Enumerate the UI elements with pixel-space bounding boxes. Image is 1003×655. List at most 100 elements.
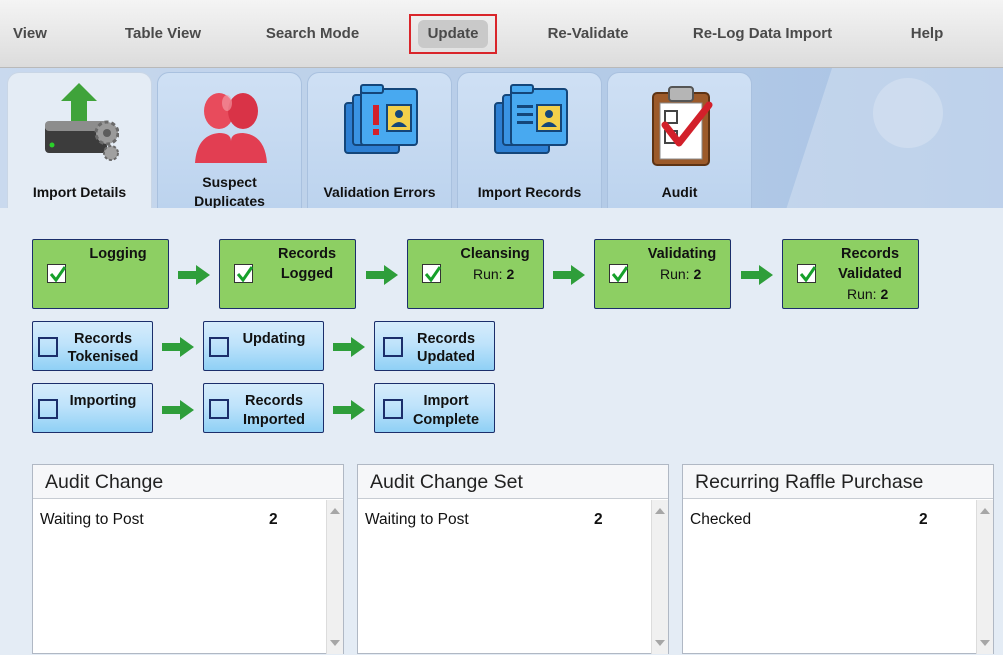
tab-label: Import Details: [32, 184, 127, 200]
menu-table-view[interactable]: Table View: [113, 14, 213, 54]
run-label: Run:: [660, 266, 690, 282]
panel-audit-change-set: Audit Change Set Waiting to Post 2: [357, 464, 669, 654]
checkbox-unchecked[interactable]: [38, 337, 58, 357]
step-title-line2: Validated: [838, 266, 902, 282]
menu-update[interactable]: Update: [409, 14, 497, 54]
step-title-line1: Records: [416, 331, 476, 347]
step-title: Updating: [242, 331, 306, 347]
step-title-line1: Records: [244, 393, 304, 409]
menu-view[interactable]: View: [0, 14, 60, 54]
arrow-right-icon: [162, 400, 194, 420]
menu-re-log-data-import[interactable]: Re-Log Data Import: [685, 14, 840, 54]
duplicate-people-icon: [195, 93, 267, 163]
step-records-validated[interactable]: Records Validated Run: 2: [782, 239, 919, 309]
run-label: Run:: [473, 266, 503, 282]
step-title: Importing: [69, 393, 137, 409]
panel-title: Recurring Raffle Purchase: [683, 465, 993, 499]
checkbox-checked[interactable]: [234, 264, 254, 283]
panel-row-label: Waiting to Post: [40, 511, 144, 528]
check-icon: [49, 266, 67, 283]
audit-clipboard-icon: [652, 86, 713, 166]
step-importing[interactable]: Importing: [32, 383, 153, 433]
step-title-line2: Tokenised: [67, 349, 139, 365]
check-icon: [236, 266, 254, 283]
tab-import-details[interactable]: Import Details: [7, 72, 152, 208]
arrow-right-icon: [366, 265, 398, 285]
step-updating[interactable]: Updating: [203, 321, 324, 371]
step-title: Cleansing: [460, 246, 530, 262]
arrow-right-icon: [333, 400, 365, 420]
step-validating[interactable]: Validating Run: 2: [594, 239, 731, 309]
scroll-up-icon[interactable]: [330, 508, 340, 514]
checkbox-checked[interactable]: [422, 264, 442, 283]
panel-row-count: 2: [269, 511, 278, 528]
run-count: Run: 2: [847, 286, 888, 302]
puzzle-knob-decoration: [873, 78, 943, 148]
step-cleansing[interactable]: Cleansing Run: 2: [407, 239, 544, 309]
checkbox-checked[interactable]: [609, 264, 629, 283]
checkbox-unchecked[interactable]: [383, 399, 403, 419]
step-title-line2: Complete: [412, 412, 480, 428]
arrow-right-icon: [178, 265, 210, 285]
tab-strip: Import Details Suspect Duplicates Valida…: [0, 68, 1003, 208]
step-title: Logging: [89, 246, 147, 262]
scroll-down-icon[interactable]: [655, 640, 665, 646]
checkbox-unchecked[interactable]: [209, 399, 229, 419]
menu-help[interactable]: Help: [898, 14, 956, 54]
step-title-line1: Records: [73, 331, 133, 347]
tab-suspect-duplicates[interactable]: Suspect Duplicates: [157, 72, 302, 208]
step-records-imported[interactable]: Records Imported: [203, 383, 324, 433]
top-menu-bar: View Table View Search Mode Update Re-Va…: [0, 0, 1003, 68]
scroll-down-icon[interactable]: [330, 640, 340, 646]
panel-title: Audit Change: [33, 465, 343, 499]
menu-update-label: Update: [417, 20, 489, 48]
arrow-right-icon: [162, 337, 194, 357]
step-records-logged[interactable]: Records Logged: [219, 239, 356, 309]
scroll-up-icon[interactable]: [655, 508, 665, 514]
checkbox-unchecked[interactable]: [383, 337, 403, 357]
checkbox-checked[interactable]: [797, 264, 817, 283]
tab-import-records[interactable]: Import Records: [457, 72, 602, 208]
panel-row-count: 2: [594, 511, 603, 528]
step-records-updated[interactable]: Records Updated: [374, 321, 495, 371]
panel-row-count: 2: [919, 511, 928, 528]
step-title-line1: Records: [277, 246, 337, 262]
import-records-folder-icon: [494, 84, 568, 154]
check-icon: [424, 266, 442, 283]
run-label: Run:: [847, 286, 877, 302]
vertical-scrollbar[interactable]: [976, 500, 993, 654]
tab-label: Audit: [661, 184, 698, 200]
step-title-line2: Logged: [280, 266, 334, 282]
run-value: 2: [693, 266, 702, 282]
checkbox-unchecked[interactable]: [209, 337, 229, 357]
panel-row-label: Waiting to Post: [365, 511, 469, 528]
step-title-line1: Records: [840, 246, 900, 262]
step-logging[interactable]: Logging: [32, 239, 169, 309]
tab-validation-errors[interactable]: Validation Errors: [307, 72, 452, 208]
panel-audit-change: Audit Change Waiting to Post 2: [32, 464, 344, 654]
tab-audit[interactable]: Audit: [607, 72, 752, 208]
step-records-tokenised[interactable]: Records Tokenised: [32, 321, 153, 371]
vertical-scrollbar[interactable]: [651, 500, 668, 654]
check-icon: [611, 266, 629, 283]
menu-re-validate[interactable]: Re-Validate: [537, 14, 639, 54]
server-import-icon: [45, 83, 119, 161]
scroll-up-icon[interactable]: [980, 508, 990, 514]
step-title-line1: Import: [423, 393, 469, 409]
run-value: 2: [880, 286, 889, 302]
checkbox-checked[interactable]: [47, 264, 67, 283]
checkbox-unchecked[interactable]: [38, 399, 58, 419]
step-title-line2: Updated: [417, 349, 475, 365]
scroll-down-icon[interactable]: [980, 640, 990, 646]
tab-label: Validation Errors: [323, 184, 436, 200]
tab-label-line2: Duplicates: [194, 193, 265, 208]
run-value: 2: [506, 266, 515, 282]
panel-title: Audit Change Set: [358, 465, 668, 499]
arrow-right-icon: [553, 265, 585, 285]
tab-label-line1: Suspect: [202, 174, 257, 190]
vertical-scrollbar[interactable]: [326, 500, 343, 654]
step-import-complete[interactable]: Import Complete: [374, 383, 495, 433]
menu-search-mode[interactable]: Search Mode: [255, 14, 370, 54]
step-title: Validating: [647, 246, 717, 262]
tab-label: Import Records: [477, 184, 582, 200]
